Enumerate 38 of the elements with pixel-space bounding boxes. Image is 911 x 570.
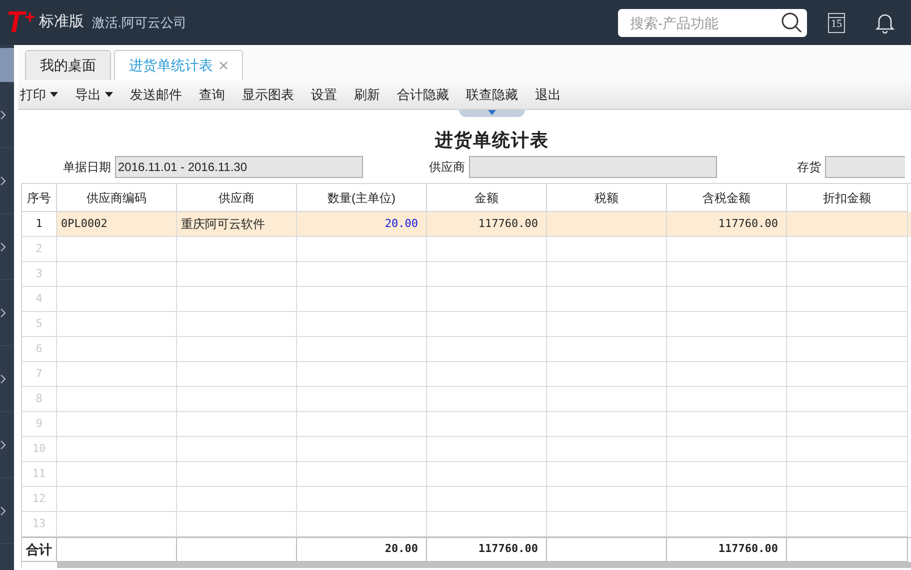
search-icon[interactable] [781,12,803,34]
calendar-day: 15 [831,18,842,30]
toolbar-button[interactable]: 设置 [311,84,337,104]
filter-label: 供应商 [429,159,465,176]
collapse-handle[interactable] [459,110,525,117]
chevron-right-icon[interactable] [0,506,6,516]
filter-field[interactable] [469,156,717,178]
filter-label: 单据日期 [63,159,111,176]
chevron-right-icon[interactable] [0,374,6,384]
total-label: 合计 [22,538,57,562]
filter-field[interactable] [825,156,905,178]
calendar-icon[interactable]: 15 [828,12,845,32]
toolbar-button[interactable]: 联查隐藏 [466,84,518,104]
report-title: 进货单统计表 [435,129,549,152]
chevron-right-icon[interactable] [0,110,6,120]
tab[interactable]: 我的桌面 [25,50,111,80]
company-name: 激活.阿可云公司 [92,14,186,32]
filter-field[interactable]: 2016.11.01 - 2016.11.30 [115,156,363,178]
chevron-right-icon[interactable] [0,440,6,450]
toolbar-button[interactable]: 导出 [75,84,113,104]
chevron-right-icon[interactable] [0,308,6,318]
toolbar-button[interactable]: 退出 [535,84,561,104]
toolbar-button[interactable]: 查询 [199,84,225,104]
toolbar-button[interactable]: 发送邮件 [130,84,182,104]
search-field[interactable]: 搜索-产品功能 [618,8,807,36]
logo: T$^{+}$ [6,8,35,38]
close-icon[interactable] [219,61,228,70]
toolbar-button[interactable]: 打印 [20,84,58,104]
toolbar-button[interactable]: 刷新 [354,84,380,104]
filter-label: 存货 [797,159,821,176]
bell-icon[interactable] [875,12,895,34]
chevron-right-icon[interactable] [0,176,6,186]
toolbar-button[interactable]: 合计隐藏 [397,84,449,104]
chevron-right-icon[interactable] [0,242,6,252]
edition-label: 标准版 [38,12,84,32]
toolbar-button[interactable]: 显示图表 [242,84,294,104]
table-row[interactable]: 1 0PL0002 重庆阿可云软件 20.00 117760.00 117760.00 [22,212,911,237]
row-number: 1 [22,212,57,237]
